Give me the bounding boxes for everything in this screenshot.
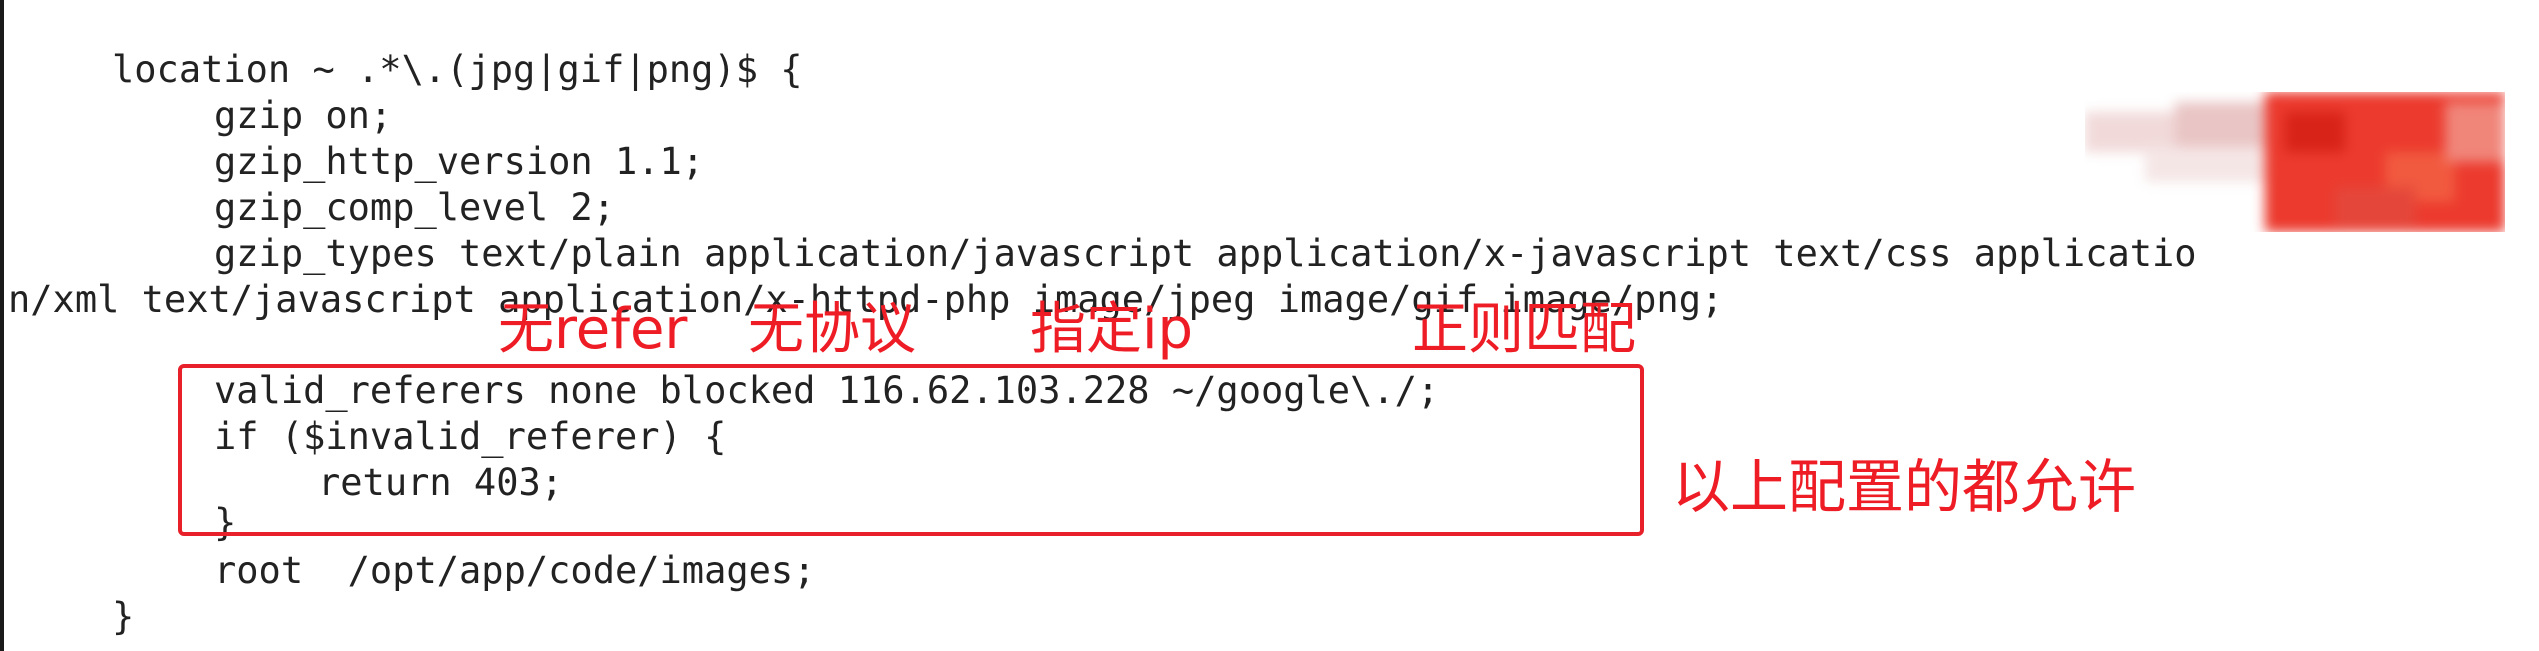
code-line-gzip-comp-level: gzip_comp_level 2; xyxy=(214,186,615,229)
highlight-box xyxy=(178,364,1644,536)
code-line-gzip-http-version: gzip_http_version 1.1; xyxy=(214,140,705,183)
code-line-location-close: } xyxy=(112,595,135,638)
code-line-location: location ~ .*\.(jpg|gif|png)$ { xyxy=(112,48,803,91)
pixelated-watermark-icon xyxy=(2085,92,2505,232)
annotation-specified-ip: 指定ip xyxy=(1030,297,1194,362)
code-line-root: root /opt/app/code/images; xyxy=(214,549,816,592)
annotation-no-refer: 无refer xyxy=(498,297,688,362)
code-line-gzip-on: gzip on; xyxy=(214,94,393,137)
code-line-gzip-types: gzip_types text/plain application/javasc… xyxy=(214,232,2197,275)
annotation-regex-match: 正则匹配 xyxy=(1412,297,1636,362)
annotation-no-protocol: 无协议 xyxy=(748,297,916,362)
annotation-allowed-note: 以上配置的都允许 xyxy=(1672,453,2137,521)
